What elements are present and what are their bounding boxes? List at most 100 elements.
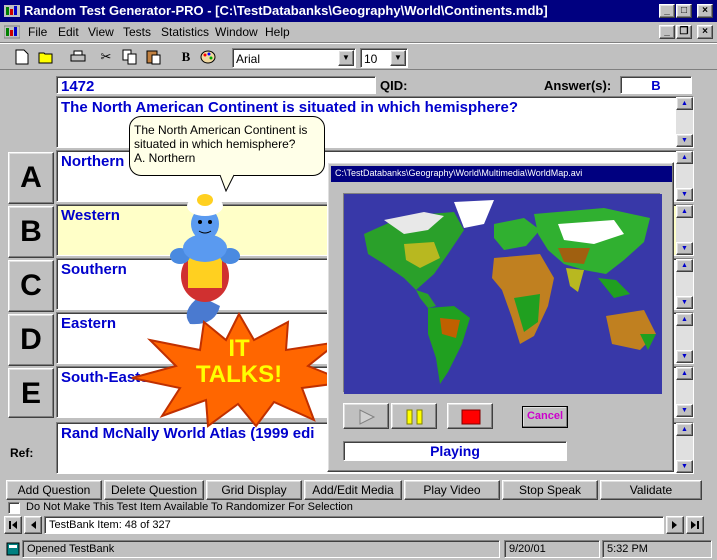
scroll-up-icon[interactable]: ▲ xyxy=(676,97,693,110)
font-name-value: Arial xyxy=(236,52,261,66)
child-minimize-button[interactable]: _ xyxy=(659,25,675,39)
menu-help[interactable]: Help xyxy=(265,25,290,39)
choice-letter-c[interactable]: C xyxy=(8,260,54,312)
menu-statistics[interactable]: Statistics xyxy=(161,25,209,39)
maximize-button[interactable]: □ xyxy=(676,4,692,18)
grid-display-button[interactable]: Grid Display xyxy=(206,480,302,500)
answer-field[interactable]: B xyxy=(620,76,692,94)
delete-question-button[interactable]: Delete Question xyxy=(104,480,204,500)
scroll-up-icon[interactable]: ▲ xyxy=(676,205,693,218)
add-question-button[interactable]: Add Question xyxy=(6,480,102,500)
answer-value: B xyxy=(651,78,661,93)
menu-bar: File Edit View Tests Statistics Window H… xyxy=(0,22,717,42)
choice-c-scrollbar[interactable]: ▲ ▼ xyxy=(676,259,693,309)
scroll-up-icon[interactable]: ▲ xyxy=(676,313,693,326)
starburst-text: IT TALKS! xyxy=(128,336,350,388)
paste-icon[interactable] xyxy=(144,47,164,67)
title-bar[interactable]: Random Test Generator-PRO - [C:\TestData… xyxy=(0,0,717,22)
question-text: The North American Continent is situated… xyxy=(61,99,519,116)
choice-a-scrollbar[interactable]: ▲ ▼ xyxy=(676,151,693,201)
scroll-down-icon[interactable]: ▼ xyxy=(676,460,693,473)
answer-label: Answer(s): xyxy=(544,78,612,93)
toolbar: ✂ B Arial ▼ 10 ▼ xyxy=(0,42,717,70)
menu-file[interactable]: File xyxy=(28,25,47,39)
play-video-button[interactable]: Play Video xyxy=(404,480,500,500)
print-icon[interactable] xyxy=(68,47,88,67)
menu-view[interactable]: View xyxy=(88,25,114,39)
choice-text-d: Eastern xyxy=(61,315,117,332)
speech-bubble-line3: A. Northern xyxy=(134,151,196,165)
scroll-down-icon[interactable]: ▼ xyxy=(676,350,693,363)
choice-letter-d[interactable]: D xyxy=(8,314,54,366)
record-navigator: TestBank Item: 48 of 327 xyxy=(44,516,664,534)
ref-label: Ref: xyxy=(10,446,34,460)
font-name-select[interactable]: Arial ▼ xyxy=(232,48,356,68)
add-edit-media-button[interactable]: Add/Edit Media xyxy=(304,480,402,500)
speech-bubble-line1: The North American Continent is xyxy=(134,123,308,137)
status-message: Opened TestBank xyxy=(22,540,500,558)
chevron-down-icon[interactable]: ▼ xyxy=(338,50,354,66)
genie-character-icon xyxy=(170,194,240,325)
font-size-value: 10 xyxy=(364,52,378,66)
document-icon[interactable] xyxy=(4,24,20,40)
world-map-icon xyxy=(344,194,662,394)
choice-e-scrollbar[interactable]: ▲ ▼ xyxy=(676,367,693,417)
scroll-down-icon[interactable]: ▼ xyxy=(676,242,693,255)
previous-record-button[interactable] xyxy=(24,516,42,534)
stop-speak-button[interactable]: Stop Speak xyxy=(502,480,598,500)
item-number-field[interactable]: 1472 xyxy=(56,76,376,95)
menu-edit[interactable]: Edit xyxy=(58,25,79,39)
scroll-up-icon[interactable]: ▲ xyxy=(676,423,693,436)
pause-button[interactable] xyxy=(391,403,437,429)
font-size-select[interactable]: 10 ▼ xyxy=(360,48,408,68)
chevron-down-icon[interactable]: ▼ xyxy=(390,50,406,66)
palette-icon[interactable] xyxy=(198,47,218,67)
qid-label: QID: xyxy=(380,78,408,93)
database-icon xyxy=(6,542,20,556)
question-scrollbar[interactable]: ▲ ▼ xyxy=(676,97,693,147)
scroll-down-icon[interactable]: ▼ xyxy=(676,296,693,309)
choice-letter-b[interactable]: B xyxy=(8,206,54,258)
minimize-button[interactable]: _ xyxy=(659,4,675,18)
video-title: C:\TestDatabanks\Geography\World\Multime… xyxy=(331,166,672,182)
scroll-up-icon[interactable]: ▲ xyxy=(676,367,693,380)
ref-scrollbar[interactable]: ▲ ▼ xyxy=(676,423,693,473)
stop-button[interactable] xyxy=(447,403,493,429)
child-restore-button[interactable]: ❐ xyxy=(676,25,692,39)
scroll-down-icon[interactable]: ▼ xyxy=(676,404,693,417)
scroll-up-icon[interactable]: ▲ xyxy=(676,259,693,272)
scroll-down-icon[interactable]: ▼ xyxy=(676,134,693,147)
menu-tests[interactable]: Tests xyxy=(123,25,151,39)
video-screen xyxy=(343,193,662,394)
choice-b-scrollbar[interactable]: ▲ ▼ xyxy=(676,205,693,255)
last-record-button[interactable] xyxy=(686,516,704,534)
choice-d-scrollbar[interactable]: ▲ ▼ xyxy=(676,313,693,363)
validate-button[interactable]: Validate xyxy=(600,480,702,500)
first-record-button[interactable] xyxy=(4,516,22,534)
video-window[interactable]: C:\TestDatabanks\Geography\World\Multime… xyxy=(327,162,674,472)
next-record-button[interactable] xyxy=(666,516,684,534)
status-time: 5:32 PM xyxy=(602,540,712,558)
choice-letter-a[interactable]: A xyxy=(8,152,54,204)
randomizer-checkbox[interactable] xyxy=(8,502,20,514)
item-number-value: 1472 xyxy=(61,78,95,95)
open-folder-icon[interactable] xyxy=(36,47,56,67)
bold-button[interactable]: B xyxy=(176,47,196,67)
starburst-line2: TALKS! xyxy=(195,361,283,388)
scroll-down-icon[interactable]: ▼ xyxy=(676,188,693,201)
menu-window[interactable]: Window xyxy=(215,25,258,39)
close-button[interactable]: × xyxy=(697,4,713,18)
speech-bubble-tail xyxy=(220,174,235,192)
new-document-icon[interactable] xyxy=(12,47,32,67)
choice-letter-e[interactable]: E xyxy=(8,368,54,418)
child-close-button[interactable]: × xyxy=(697,25,713,39)
status-date: 9/20/01 xyxy=(504,540,600,558)
copy-icon[interactable] xyxy=(120,47,140,67)
cut-icon[interactable]: ✂ xyxy=(96,47,116,67)
cancel-button[interactable]: Cancel xyxy=(522,406,568,428)
window-title: Random Test Generator-PRO - [C:\TestData… xyxy=(24,3,548,18)
video-status: Playing xyxy=(343,441,567,461)
scroll-up-icon[interactable]: ▲ xyxy=(676,151,693,164)
play-button[interactable] xyxy=(343,403,389,429)
choice-text-b: Western xyxy=(61,207,120,224)
